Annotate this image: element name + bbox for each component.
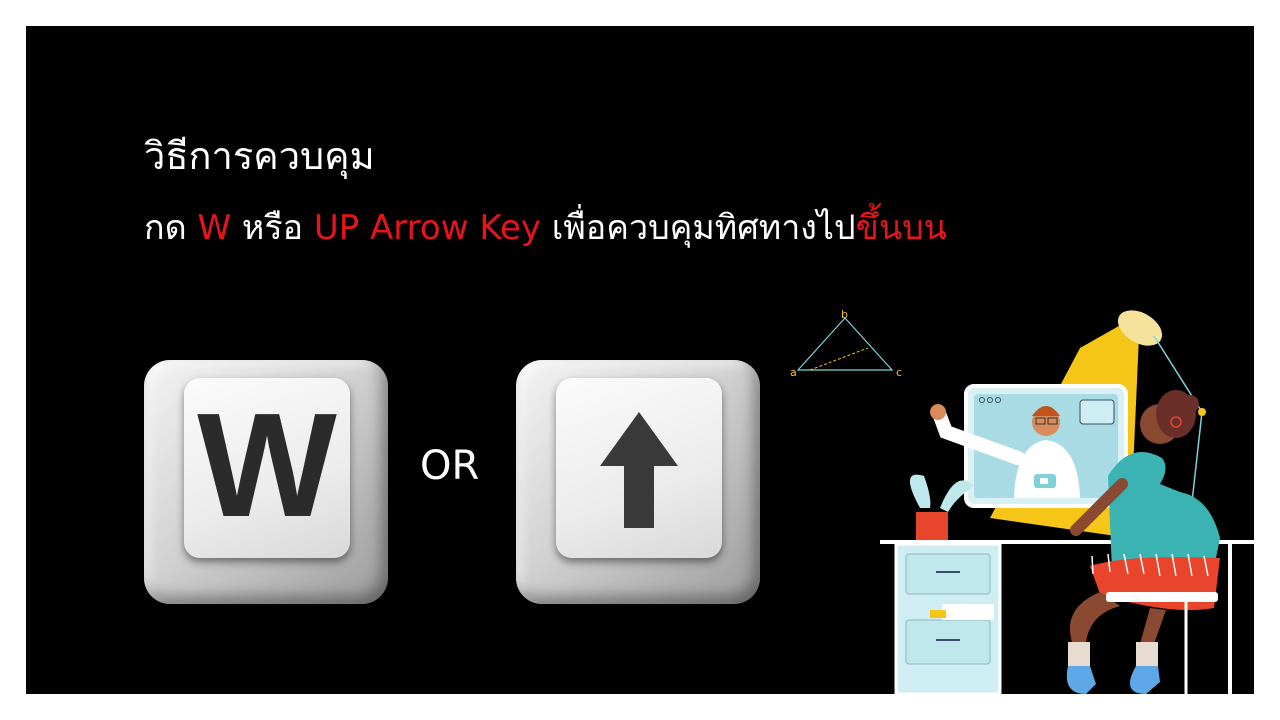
instruction-middle: หรือ [231,208,314,248]
instruction-suffix: เพื่อควบคุมทิศทางไป [540,208,856,248]
instruction-key-up: UP Arrow Key [313,208,541,248]
w-key: W [144,360,388,604]
instruction-text: กด W หรือ UP Arrow Key เพื่อควบคุมทิศทาง… [144,204,947,252]
chair-seat [1106,592,1218,602]
instruction-direction: ขึ้นบน [855,208,947,248]
plant-pot [916,512,948,542]
video-call-icon [1034,474,1056,488]
triangle-diagram-icon: b a c [790,308,902,379]
up-arrow-icon [600,412,678,528]
instruction-key-w: W [197,208,232,248]
up-arrow-key [516,360,760,604]
instruction-prefix: กด [144,208,198,248]
triangle-label-a: a [790,366,797,379]
w-key-face: W [184,378,350,558]
up-arrow-key-face [556,378,722,558]
slide-heading: วิธีการควบคุม [144,134,375,178]
student-shirt [1108,452,1220,570]
triangle-label-c: c [896,366,902,379]
online-learning-illustration: b a c [790,308,1254,694]
or-label: OR [420,443,480,489]
slide: วิธีการควบคุม กด W หรือ UP Arrow Key เพื… [26,26,1254,694]
w-key-letter: W [197,383,337,548]
triangle-label-b: b [841,308,848,321]
